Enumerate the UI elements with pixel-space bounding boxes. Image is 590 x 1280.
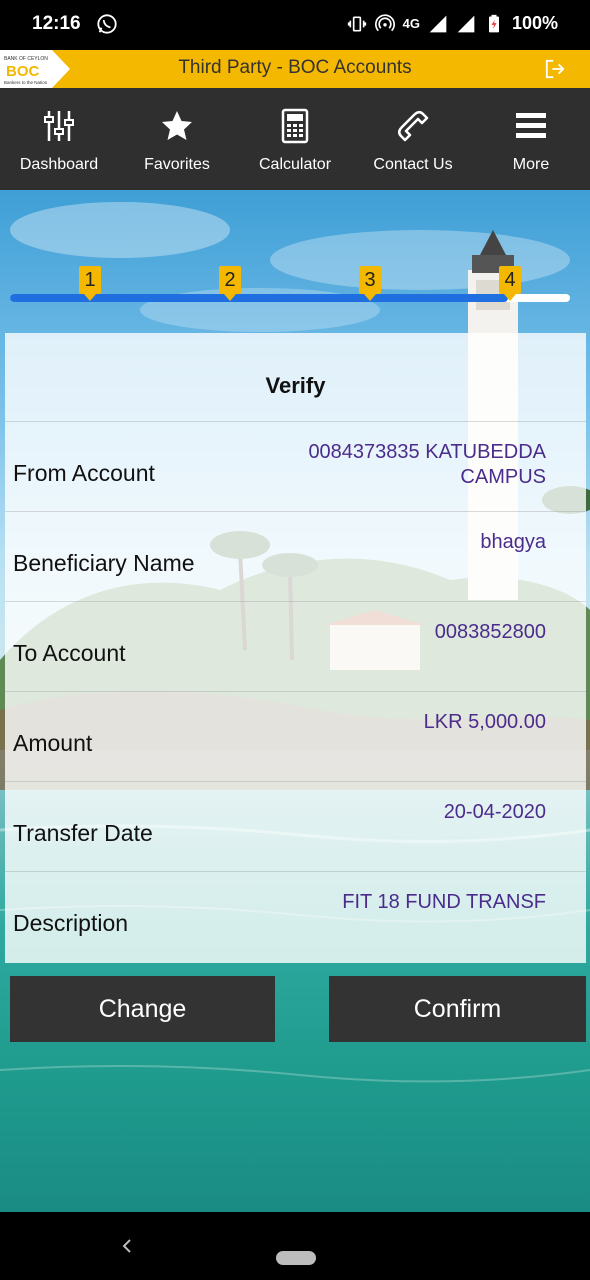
change-button[interactable]: Change	[10, 976, 275, 1042]
nav-dashboard[interactable]: Dashboard	[0, 88, 118, 190]
back-icon[interactable]	[118, 1236, 136, 1256]
confirm-button[interactable]: Confirm	[329, 976, 586, 1042]
row-value: 0084373835 KATUBEDDA CAMPUS	[308, 441, 546, 488]
signal-icon-2	[457, 15, 475, 32]
vibrate-icon	[347, 16, 366, 31]
verify-title: Verify	[5, 333, 586, 422]
nav-contact-label: Contact Us	[373, 156, 453, 173]
home-pill[interactable]	[276, 1251, 316, 1265]
step-number: 4	[499, 266, 521, 294]
to-account-row: To Account 0083852800	[5, 602, 586, 692]
nav-favorites[interactable]: Favorites	[118, 88, 236, 190]
logout-icon[interactable]	[544, 59, 566, 79]
system-nav-bar	[0, 1212, 590, 1280]
step-number: 1	[79, 266, 101, 294]
row-value: 20-04-2020	[443, 801, 546, 823]
step-number: 2	[219, 266, 241, 294]
calculator-icon	[281, 108, 309, 144]
nav-calculator[interactable]: Calculator	[236, 88, 354, 190]
row-value: FIT 18 FUND TRANSF	[342, 891, 546, 913]
description-row: Description FIT 18 FUND TRANSF	[5, 872, 586, 962]
menu-icon	[516, 113, 546, 138]
nav-calculator-label: Calculator	[258, 156, 332, 173]
row-label: Description	[13, 910, 129, 936]
row-label: Beneficiary Name	[13, 550, 195, 576]
battery-icon	[488, 14, 499, 32]
step-marker-2: 2	[219, 266, 241, 302]
transfer-date-row: Transfer Date 20-04-2020	[5, 782, 586, 872]
row-value: 0083852800	[434, 621, 546, 643]
row-label: Transfer Date	[13, 820, 153, 846]
hotspot-icon	[374, 13, 395, 31]
battery-level: 100%	[511, 13, 558, 33]
nav-more[interactable]: More	[472, 88, 590, 190]
from-account-row: From Account 0084373835 KATUBEDDA CAMPUS	[5, 422, 586, 512]
step-number: 3	[359, 266, 381, 294]
step-marker-4: 4	[499, 266, 521, 302]
phone-icon	[397, 110, 429, 142]
verify-card: Verify From Account 0084373835 KATUBEDDA…	[5, 333, 586, 963]
status-indicators: 4G 100%	[347, 13, 558, 34]
nav-more-label: More	[512, 156, 550, 173]
row-label: Amount	[13, 730, 93, 756]
nav-contact-us[interactable]: Contact Us	[354, 88, 472, 190]
page-title: Third Party - BOC Accounts	[178, 57, 412, 78]
whatsapp-icon	[97, 14, 117, 34]
step-marker-1: 1	[79, 266, 101, 302]
title-bar: BANK OF CEYLON BOC Bankers to the Nation…	[0, 50, 590, 88]
nav-bar: Dashboard Favorites Calculator Contact U…	[0, 88, 590, 190]
beneficiary-name-row: Beneficiary Name bhagya	[5, 512, 586, 602]
row-label: From Account	[13, 460, 155, 486]
amount-row: Amount LKR 5,000.00	[5, 692, 586, 782]
sliders-icon	[44, 111, 74, 141]
network-type: 4G	[402, 16, 420, 31]
row-value: LKR 5,000.00	[423, 711, 546, 733]
star-icon	[162, 111, 192, 140]
row-value: bhagya	[480, 531, 546, 553]
status-bar: 12:16 4G 100%	[0, 0, 590, 50]
nav-dashboard-label: Dashboard	[19, 156, 99, 173]
nav-favorites-label: Favorites	[144, 156, 210, 173]
step-marker-3: 3	[359, 266, 381, 302]
signal-icon	[429, 15, 447, 32]
svg-text:Bankers to the Nation: Bankers to the Nation	[4, 80, 48, 85]
status-time: 12:16	[32, 13, 81, 34]
row-label: To Account	[13, 640, 126, 666]
